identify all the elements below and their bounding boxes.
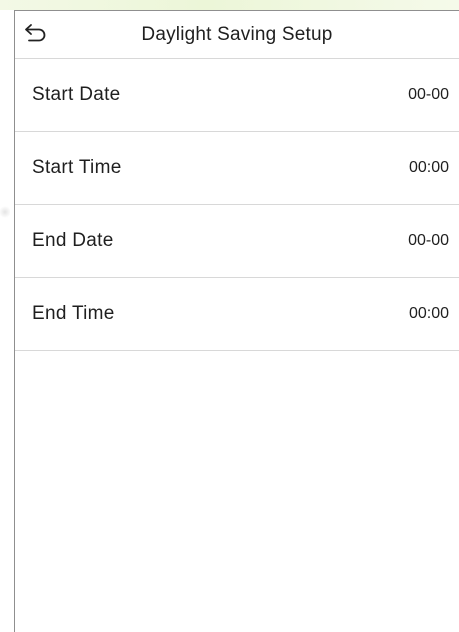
setting-row-start-date[interactable]: Start Date 00-00 <box>15 59 459 132</box>
back-button[interactable] <box>23 23 49 47</box>
setting-row-start-time[interactable]: Start Time 00:00 <box>15 132 459 205</box>
screen-header: Daylight Saving Setup <box>15 11 459 59</box>
bezel-mark <box>0 205 10 219</box>
daylight-saving-screen: Daylight Saving Setup Start Date 00-00 S… <box>14 10 459 632</box>
setting-value: 00-00 <box>408 86 449 103</box>
device-top-bezel <box>0 0 459 10</box>
setting-label: End Date <box>32 230 114 251</box>
setting-value: 00:00 <box>408 159 449 176</box>
back-arrow-icon <box>24 23 48 48</box>
setting-label: End Time <box>32 303 115 324</box>
setting-label: Start Time <box>32 157 122 178</box>
setting-value: 00:00 <box>408 305 449 322</box>
setting-label: Start Date <box>32 84 121 105</box>
setting-row-end-date[interactable]: End Date 00-00 <box>15 205 459 278</box>
setting-row-end-time[interactable]: End Time 00:00 <box>15 278 459 351</box>
page-title: Daylight Saving Setup <box>141 23 333 45</box>
setting-value: 00-00 <box>408 232 449 249</box>
